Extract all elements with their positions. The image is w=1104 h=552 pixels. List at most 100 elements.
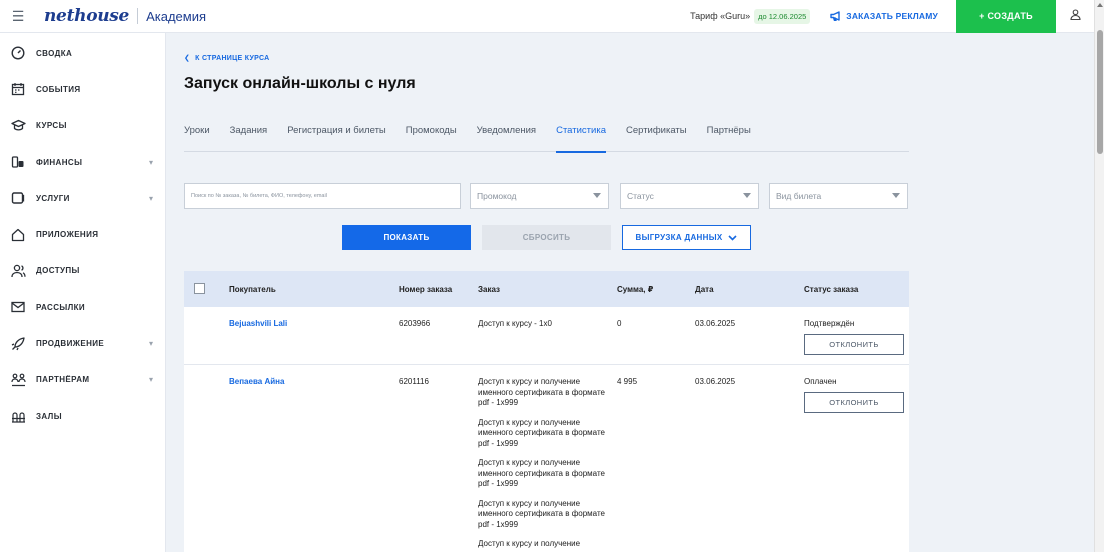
users-icon xyxy=(10,263,26,279)
coins-icon xyxy=(10,154,26,170)
select-all-checkbox[interactable] xyxy=(194,283,205,294)
app-subtitle: Академия xyxy=(146,8,207,24)
sidebar-item-label: СОБЫТИЯ xyxy=(36,84,81,94)
tab[interactable]: Сертификаты xyxy=(626,125,687,152)
decline-button[interactable]: ОТКЛОНИТЬ xyxy=(804,392,904,413)
menu-icon[interactable]: ☰ xyxy=(0,8,36,25)
graduation-cap-icon xyxy=(10,118,26,134)
ticket-type-select[interactable]: Вид билета xyxy=(769,183,908,209)
status-select[interactable]: Статус xyxy=(620,183,759,209)
services-icon xyxy=(10,190,26,206)
table-row: Вепаева Айна 6201116 Доступ к курсу и по… xyxy=(184,365,909,552)
orders-table: Покупатель Номер заказа Заказ Сумма, ₽ Д… xyxy=(184,271,909,552)
sidebar-item-label: ПРОДВИЖЕНИЕ xyxy=(36,339,105,349)
page-title: Запуск онлайн-школы с нуля xyxy=(184,75,416,92)
column-header[interactable]: Номер заказа xyxy=(399,285,452,294)
show-button[interactable]: ПОКАЗАТЬ xyxy=(342,225,471,250)
sidebar-item-label: РАССЫЛКИ xyxy=(36,302,86,312)
megaphone-icon xyxy=(830,11,840,21)
tab[interactable]: Уведомления xyxy=(477,125,536,152)
scroll-thumb[interactable] xyxy=(1097,30,1103,154)
top-bar: ☰ nethouse Академия Тариф «Guru» до 12.0… xyxy=(0,0,1094,33)
chevron-down-icon[interactable]: ▾ xyxy=(149,158,153,167)
sidebar-item[interactable]: СОБЫТИЯ xyxy=(0,71,165,107)
promo-select[interactable]: Промокод xyxy=(470,183,609,209)
order-date: 03.06.2025 xyxy=(695,377,736,386)
back-to-course-link[interactable]: ❮ К СТРАНИЦЕ КУРСА xyxy=(184,54,270,62)
mail-icon xyxy=(10,299,26,315)
order-item: Доступ к курсу - 1х0 xyxy=(478,319,552,328)
sidebar-item[interactable]: РАССЫЛКИ xyxy=(0,289,165,325)
order-sum: 4 995 xyxy=(617,377,638,386)
chevron-down-icon xyxy=(892,193,900,198)
column-header[interactable]: Сумма, ₽ xyxy=(617,285,653,294)
order-item: Доступ к курсу и получение именного серт… xyxy=(478,377,605,407)
tab-bar: Уроки Задания Регистрация и билеты Промокод… xyxy=(184,125,909,153)
order-item: Доступ к курсу и получение xyxy=(478,539,581,548)
chevron-down-icon[interactable]: ▾ xyxy=(149,375,153,384)
sidebar-item[interactable]: ЗАЛЫ xyxy=(0,398,165,434)
back-link-label: К СТРАНИЦЕ КУРСА xyxy=(195,55,270,62)
tab[interactable]: Статистика xyxy=(556,125,606,153)
buyer-link[interactable]: Bejuashvili Lali xyxy=(229,319,287,330)
column-header[interactable]: Статус заказа xyxy=(804,285,858,294)
chevron-down-icon[interactable]: ▾ xyxy=(149,194,153,203)
rocket-icon xyxy=(10,336,26,352)
apps-icon xyxy=(10,227,26,243)
sidebar-item[interactable]: ПРИЛОЖЕНИЯ xyxy=(0,216,165,252)
order-items: Доступ к курсу и получение именного серт… xyxy=(478,377,613,552)
buyer-link[interactable]: Вепаева Айна xyxy=(229,377,284,388)
chevron-down-icon xyxy=(728,234,738,241)
sidebar-item-label: СВОДКА xyxy=(36,48,73,58)
logo[interactable]: nethouse xyxy=(44,6,129,26)
sidebar-item-label: КУРСЫ xyxy=(36,121,67,131)
column-header[interactable]: Заказ xyxy=(478,285,500,294)
order-item: Доступ к курсу и получение именного серт… xyxy=(478,498,605,529)
sidebar-item[interactable]: КУРСЫ xyxy=(0,108,165,144)
order-sum: 0 xyxy=(617,319,622,328)
chevron-down-icon xyxy=(743,193,751,198)
tab[interactable]: Партнёры xyxy=(707,125,751,152)
sidebar: СВОДКА СОБЫТИЯ КУРСЫ ФИНАНСЫ ▾ УСЛУГИ ▾ ПРИЛОЖЕ… xyxy=(0,33,166,552)
order-item: Доступ к курсу и получение именного серт… xyxy=(478,417,605,448)
sidebar-item[interactable]: СВОДКА xyxy=(0,35,165,71)
order-number: 6201116 xyxy=(399,377,429,386)
table-row: Bejuashvili Lali 6203966 Доступ к курсу … xyxy=(184,307,909,365)
sidebar-item[interactable]: ДОСТУПЫ xyxy=(0,253,165,289)
chevron-left-icon: ❮ xyxy=(184,55,191,62)
create-button[interactable]: + СОЗДАТЬ xyxy=(956,0,1056,33)
sidebar-item-label: ПРИЛОЖЕНИЯ xyxy=(36,230,99,240)
sidebar-item[interactable]: УСЛУГИ ▾ xyxy=(0,180,165,216)
sidebar-item[interactable]: ПРОДВИЖЕНИЕ ▾ xyxy=(0,325,165,361)
tab[interactable]: Промокоды xyxy=(406,125,457,152)
export-data-button[interactable]: ВЫГРУЗКА ДАННЫХ xyxy=(622,225,751,250)
tab[interactable]: Задания xyxy=(230,125,268,152)
user-icon[interactable] xyxy=(1056,9,1094,23)
tab[interactable]: Уроки xyxy=(184,125,210,152)
search-input[interactable]: Поиск по № заказа, № билета, ФИО, телефо… xyxy=(184,183,461,209)
tab[interactable]: Регистрация и билеты xyxy=(287,125,386,152)
decline-button[interactable]: ОТКЛОНИТЬ xyxy=(804,334,904,355)
scrollbar[interactable] xyxy=(1094,0,1104,552)
order-status: Оплачен xyxy=(804,377,837,386)
hall-icon xyxy=(10,408,26,424)
export-data-label: ВЫГРУЗКА ДАННЫХ xyxy=(635,233,723,242)
partners-icon xyxy=(10,372,26,388)
chevron-down-icon[interactable]: ▾ xyxy=(149,339,153,348)
tariff-expiry-badge: до 12.06.2025 xyxy=(754,8,811,24)
main-content: ❮ К СТРАНИЦЕ КУРСА Запуск онлайн-школы с … xyxy=(166,33,1094,552)
scroll-up-arrow-icon[interactable] xyxy=(1097,3,1103,7)
column-header[interactable]: Дата xyxy=(695,285,714,294)
sidebar-item[interactable]: ПАРТНЁРАМ ▾ xyxy=(0,362,165,398)
column-header[interactable]: Покупатель xyxy=(229,285,276,294)
order-ad-label: ЗАКАЗАТЬ РЕКЛАМУ xyxy=(846,11,938,21)
promo-select-label: Промокод xyxy=(477,191,517,201)
sidebar-item-label: ФИНАНСЫ xyxy=(36,157,83,167)
sidebar-item-label: УСЛУГИ xyxy=(36,193,70,203)
sidebar-item[interactable]: ФИНАНСЫ ▾ xyxy=(0,144,165,180)
chevron-down-icon xyxy=(593,193,601,198)
sidebar-item-label: ДОСТУПЫ xyxy=(36,266,80,276)
order-ad-button[interactable]: ЗАКАЗАТЬ РЕКЛАМУ xyxy=(830,11,938,21)
reset-button[interactable]: СБРОСИТЬ xyxy=(482,225,611,250)
sidebar-item-label: ЗАЛЫ xyxy=(36,411,62,421)
